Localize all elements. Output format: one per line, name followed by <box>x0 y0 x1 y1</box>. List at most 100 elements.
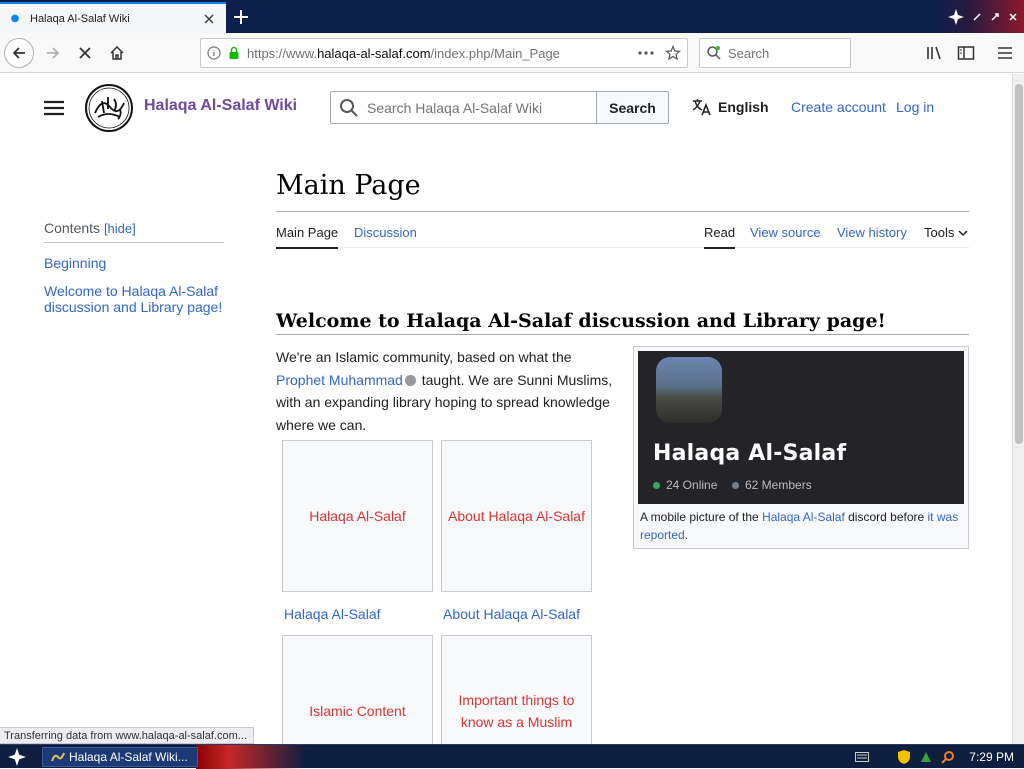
forward-icon <box>47 47 60 59</box>
tab-main-page[interactable]: Main Page <box>276 225 339 249</box>
search-tray-icon[interactable] <box>941 750 955 764</box>
tile-islamic-content-text: Islamic Content <box>309 703 406 719</box>
tab-read[interactable]: Read <box>704 225 736 249</box>
taskbar-window-item[interactable]: Halaqa Al-Salaf Wiki... <box>42 747 198 767</box>
tools-label: Tools <box>924 225 955 240</box>
forward-button[interactable] <box>38 38 68 68</box>
tab-view-history[interactable]: View history <box>837 225 907 247</box>
system-tray: 7:29 PM <box>855 745 1024 769</box>
caption-text-2: discord before <box>844 510 928 524</box>
translate-icon <box>692 99 711 116</box>
tab-title: Halaqa Al-Salaf Wiki <box>30 12 130 25</box>
wiki-search-input[interactable] <box>367 99 587 116</box>
tile-islamic-content[interactable]: Islamic Content <box>282 635 433 744</box>
new-tab-button[interactable] <box>227 2 255 32</box>
tile-halaqa-label[interactable]: Halaqa Al-Salaf <box>284 606 381 622</box>
more-icon[interactable] <box>637 50 655 56</box>
wiki-search-box[interactable] <box>330 91 598 124</box>
library-button[interactable] <box>920 38 950 68</box>
tile-important-things[interactable]: Important things to know as a Muslim <box>441 635 592 744</box>
lock-icon[interactable] <box>227 46 241 60</box>
tile-about-text: About Halaqa Al-Salaf <box>448 508 585 524</box>
page-title: Main Page <box>276 170 969 212</box>
search-icon <box>707 46 721 60</box>
close-window-icon[interactable] <box>1008 12 1018 22</box>
main-content: Main Page Main Page Discussion Read View… <box>276 170 969 744</box>
table-of-contents: Contents [hide] Beginning Welcome to Hal… <box>44 220 224 315</box>
caption-text-1: A mobile picture of the <box>640 510 763 524</box>
taskbar-item-label: Halaqa Al-Salaf Wiki... <box>69 750 188 764</box>
search-icon <box>340 98 358 117</box>
clock: 7:29 PM <box>969 750 1014 764</box>
language-label: English <box>718 99 769 115</box>
discord-image[interactable]: Halaqa Al-Salaf 24 Online 62 Members <box>638 351 964 504</box>
toc-heading: Contents [hide] <box>44 220 224 243</box>
page-scrollbar[interactable] <box>1012 74 1024 744</box>
site-logo-icon[interactable] <box>84 83 134 133</box>
member-dot-icon <box>732 481 739 489</box>
tools-menu[interactable]: Tools <box>924 225 968 247</box>
maximize-icon[interactable] <box>990 12 1000 22</box>
tab-discussion[interactable]: Discussion <box>354 225 417 247</box>
sidebar-icon <box>957 46 975 60</box>
intro-paragraph: We're an Islamic community, based on wha… <box>276 346 618 436</box>
browser-search-input[interactable] <box>728 45 838 61</box>
toc-hide-link[interactable]: [hide] <box>104 221 136 236</box>
stop-button[interactable] <box>70 38 100 68</box>
site-wordmark[interactable]: Halaqa Al-Salaf Wiki <box>144 97 297 115</box>
toc-item-welcome[interactable]: Welcome to Halaqa Al-Salaf discussion an… <box>44 283 224 315</box>
back-button[interactable] <box>4 38 34 68</box>
url-text: https://www.halaqa-al-salaf.com/index.ph… <box>247 46 637 61</box>
status-bar: Transferring data from www.halaqa-al-sal… <box>0 727 254 744</box>
info-icon[interactable] <box>207 46 221 60</box>
main-menu-button[interactable] <box>40 94 68 122</box>
server-avatar <box>656 357 722 423</box>
url-prefix: https://www. <box>247 45 318 61</box>
home-button[interactable] <box>102 38 132 68</box>
chevron-down-icon <box>958 230 968 237</box>
tile-halaqa[interactable]: Halaqa Al-Salaf <box>282 440 433 592</box>
browser-search-bar[interactable] <box>699 38 851 68</box>
window-controls <box>934 0 1024 33</box>
toc-item-beginning[interactable]: Beginning <box>44 255 224 271</box>
stop-icon <box>79 47 91 59</box>
url-domain: halaqa-al-salaf.com <box>317 45 431 61</box>
create-account-link[interactable]: Create account <box>791 99 886 115</box>
browser-tab[interactable]: ● Halaqa Al-Salaf Wiki <box>0 2 226 33</box>
members-label: 62 Members <box>745 478 812 492</box>
online-label: 24 Online <box>666 478 718 492</box>
back-icon <box>12 47 25 59</box>
tab-view-source[interactable]: View source <box>750 225 821 247</box>
keyboard-icon[interactable] <box>855 750 870 764</box>
wiki-search-button[interactable]: Search <box>596 91 669 124</box>
star-decoration-icon <box>948 8 964 25</box>
prophet-muhammad-link[interactable]: Prophet Muhammad <box>276 372 403 388</box>
tile-halaqa-text: Halaqa Al-Salaf <box>309 508 406 524</box>
url-bar[interactable]: https://www.halaqa-al-salaf.com/index.ph… <box>200 38 688 68</box>
app-menu-button[interactable] <box>990 38 1020 68</box>
toc-title: Contents <box>44 220 101 236</box>
wiki-header: Halaqa Al-Salaf Wiki Search English Crea… <box>0 74 1012 140</box>
url-path: /index.php/Main_Page <box>430 45 560 61</box>
close-icon[interactable] <box>200 10 218 28</box>
intro-text-1: We're an Islamic community, based on wha… <box>276 349 572 365</box>
tile-important-things-text: Important things to know as a Muslim <box>458 692 575 730</box>
sidebar-button[interactable] <box>951 38 981 68</box>
menu-icon <box>998 47 1012 59</box>
taskbar: Halaqa Al-Salaf Wiki... 7:29 PM <box>0 744 1024 769</box>
tile-about-label[interactable]: About Halaqa Al-Salaf <box>443 606 580 622</box>
tile-about[interactable]: About Halaqa Al-Salaf <box>441 440 592 592</box>
network-icon[interactable] <box>919 750 933 764</box>
star-icon[interactable] <box>665 45 681 61</box>
tab-strip: ● Halaqa Al-Salaf Wiki <box>0 0 1024 33</box>
online-count: 24 Online <box>653 478 717 492</box>
shield-icon[interactable] <box>897 750 911 764</box>
taskbar-decoration <box>196 745 306 769</box>
start-button[interactable] <box>2 746 32 768</box>
caption-link-server[interactable]: Halaqa Al-Salaf <box>762 510 845 524</box>
log-in-link[interactable]: Log in <box>896 99 934 115</box>
page-tabs: Main Page Discussion Read View source Vi… <box>276 212 969 249</box>
language-button[interactable]: English <box>692 98 769 116</box>
minimize-icon[interactable] <box>972 12 982 22</box>
scrollbar-thumb[interactable] <box>1015 84 1023 444</box>
